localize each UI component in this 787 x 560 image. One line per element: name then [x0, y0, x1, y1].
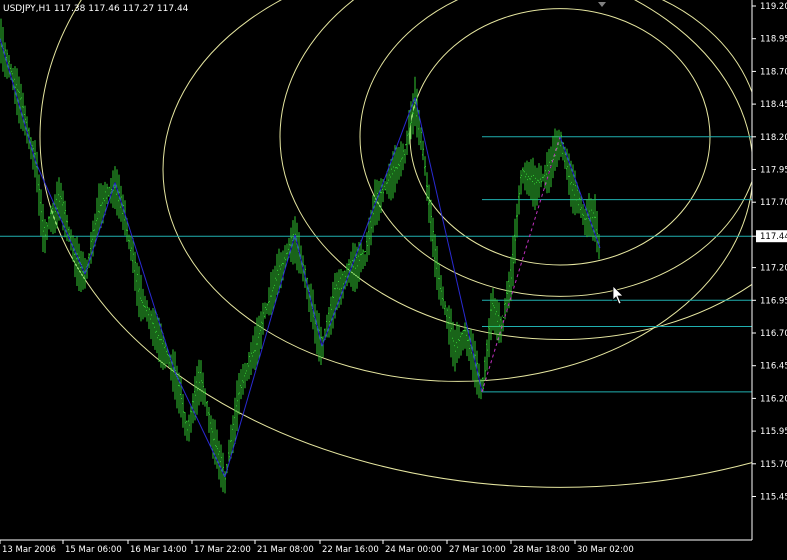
x-tick-label: 15 Mar 06:00: [65, 545, 122, 555]
chart-background: [0, 0, 787, 556]
x-tick-label: 27 Mar 10:00: [449, 545, 506, 555]
y-tick-label: 118.20: [760, 133, 787, 143]
y-tick-label: 117.20: [760, 264, 787, 274]
y-tick-label: 116.45: [760, 362, 787, 372]
symbol-info-label: USDJPY,H1 117.38 117.46 117.27 117.44: [3, 4, 188, 14]
x-tick-label: 21 Mar 08:00: [257, 545, 314, 555]
y-tick-label: 118.70: [760, 67, 787, 77]
x-tick-label: 24 Mar 00:00: [385, 545, 442, 555]
current-price-label: 117.44: [760, 232, 787, 242]
ohlc-values: 117.38 117.46 117.27 117.44: [53, 4, 189, 14]
x-tick-label: 28 Mar 18:00: [513, 545, 570, 555]
y-tick-label: 115.95: [760, 427, 787, 437]
y-tick-label: 116.95: [760, 296, 787, 306]
y-tick-label: 117.70: [760, 198, 787, 208]
y-tick-label: 115.45: [760, 493, 787, 503]
y-tick-label: 116.70: [760, 329, 787, 339]
x-tick-label: 13 Mar 2006: [2, 545, 56, 555]
x-tick-label: 22 Mar 16:00: [322, 545, 379, 555]
x-tick-label: 30 Mar 02:00: [577, 545, 634, 555]
x-tick-label: 16 Mar 14:00: [130, 545, 187, 555]
price-chart[interactable]: 119.20 118.95 118.70 118.45 118.20 117.95 117.…: [0, 0, 787, 556]
x-tick-label: 17 Mar 22:00: [194, 545, 251, 555]
y-tick-label: 117.95: [760, 166, 787, 176]
y-tick-label: 116.20: [760, 394, 787, 404]
chart-canvas[interactable]: 119.20 118.95 118.70 118.45 118.20 117.95 117.…: [0, 0, 787, 556]
y-tick-label: 118.95: [760, 35, 787, 45]
y-tick-label: 115.70: [760, 460, 787, 470]
y-tick-label: 119.20: [760, 2, 787, 12]
symbol-name: USDJPY,H1: [3, 4, 51, 14]
y-tick-label: 118.45: [760, 100, 787, 110]
